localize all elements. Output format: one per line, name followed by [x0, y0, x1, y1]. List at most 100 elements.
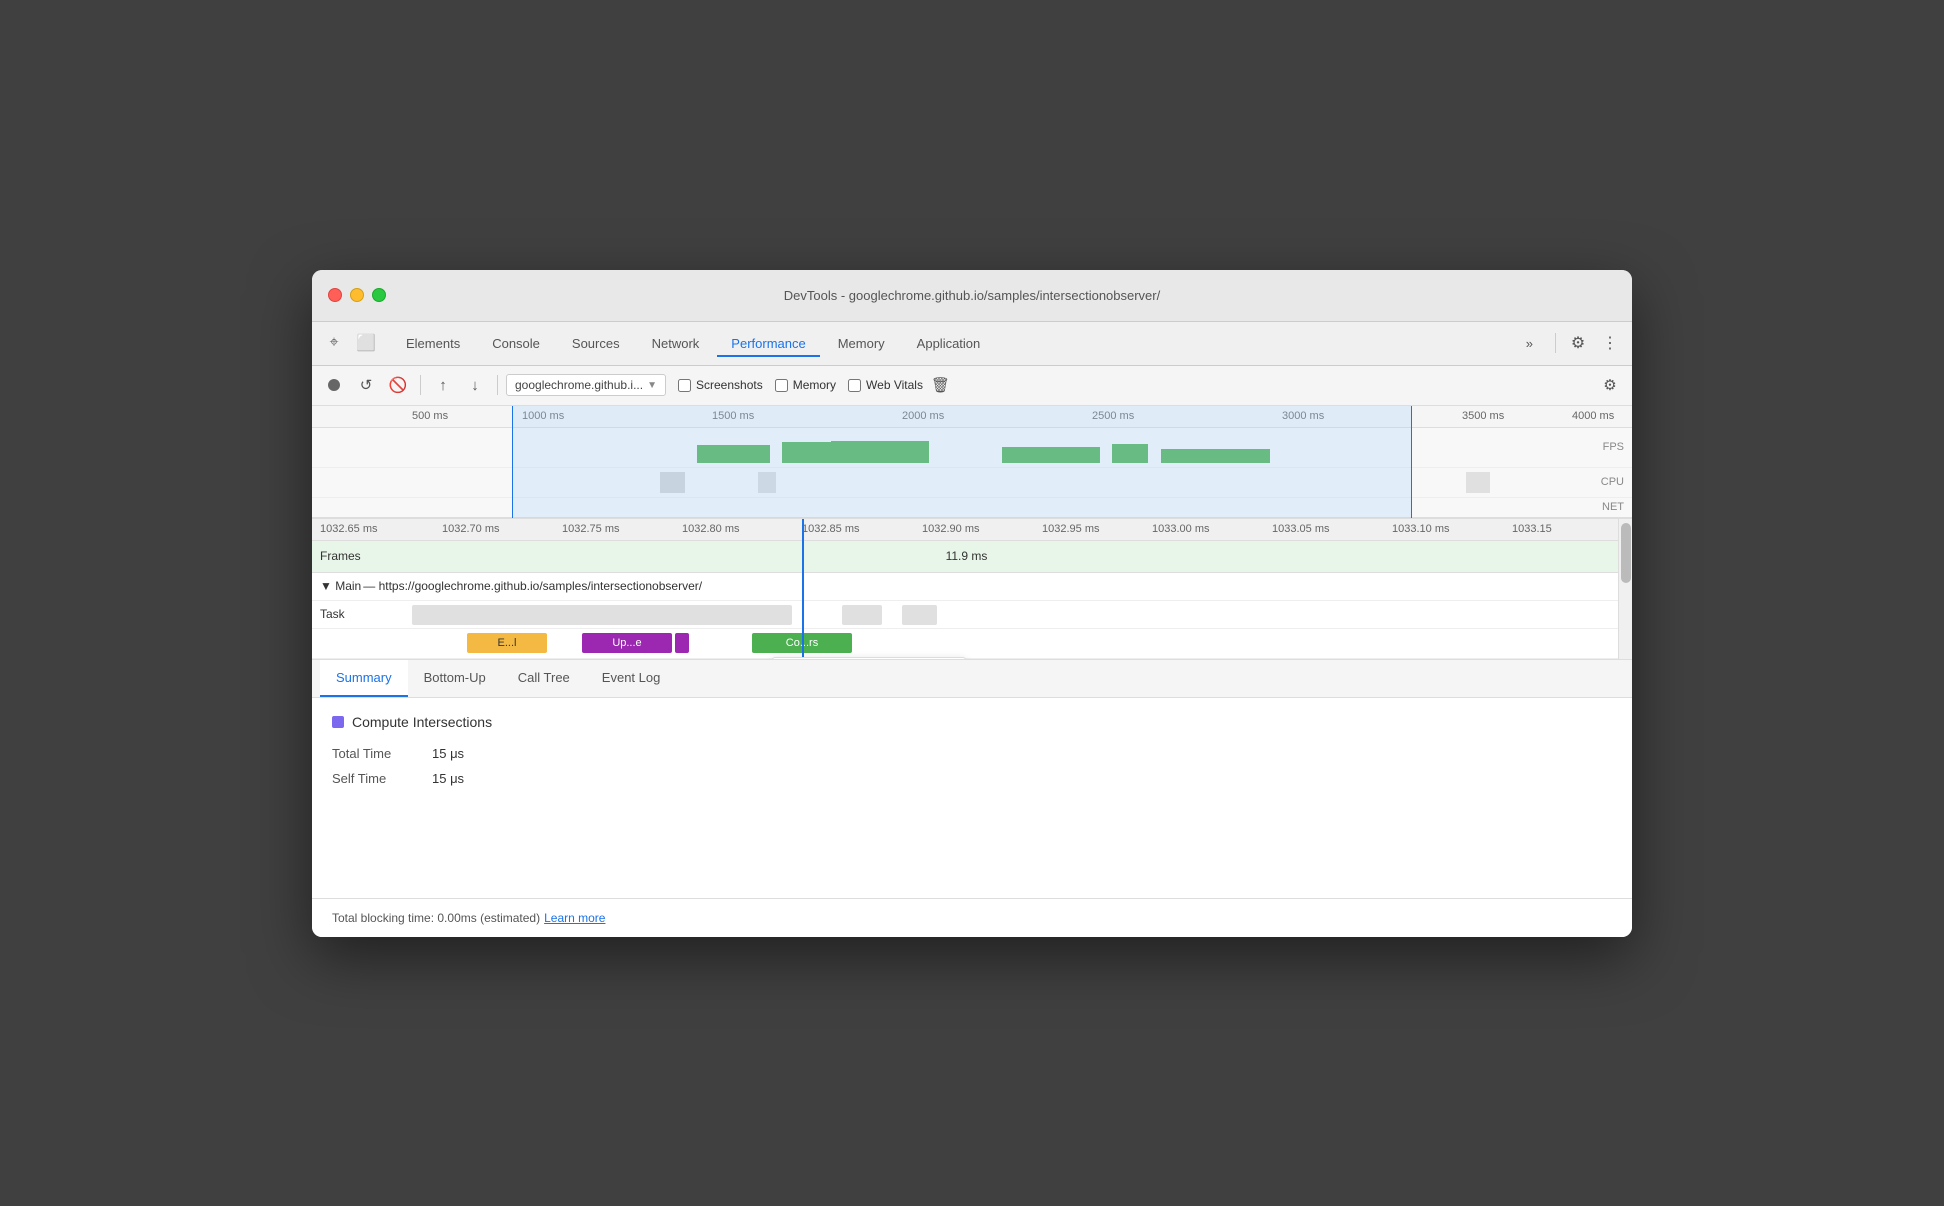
main-row: ▼ Main — https://googlechrome.github.io/… [312, 573, 1632, 601]
divider [1555, 333, 1556, 353]
url-selector[interactable]: googlechrome.github.i... ▼ [506, 374, 666, 396]
memory-label: Memory [793, 378, 836, 392]
traffic-lights [328, 288, 386, 302]
capture-settings-icon[interactable]: ⚙ [1596, 371, 1624, 399]
timeline-ruler: 500 ms 1000 ms 1500 ms 2000 ms 2500 ms 3… [312, 406, 1632, 428]
blocking-time-text: Total blocking time: 0.00ms (estimated) [332, 911, 540, 925]
bottom-tabs: Summary Bottom-Up Call Tree Event Log [312, 660, 1632, 698]
tab-bar: ⌖ ⬜ Elements Console Sources Network Per… [312, 322, 1632, 366]
task-label: Task [320, 607, 345, 621]
detail-ruler: 1032.65 ms 1032.70 ms 1032.75 ms 1032.80… [312, 519, 1632, 541]
bottom-footer: Total blocking time: 0.00ms (estimated) … [312, 898, 1632, 937]
device-toolbar-icon[interactable]: ⬜ [352, 329, 380, 357]
summary-title: Compute Intersections [332, 714, 1612, 730]
tab-elements[interactable]: Elements [392, 330, 474, 357]
detail-tick: 1032.65 ms [320, 523, 377, 535]
devtools-icons: ⌖ ⬜ [320, 329, 380, 357]
task-bar-3 [902, 605, 937, 625]
overview-timeline: 500 ms 1000 ms 1500 ms 2000 ms 2500 ms 3… [312, 406, 1632, 519]
scrollbar[interactable] [1618, 519, 1632, 659]
event-bar-small[interactable] [675, 633, 689, 653]
event-row: E...l Up...e Co...rs 15 μs Compute Inter… [312, 629, 1632, 659]
tab-sources[interactable]: Sources [558, 330, 634, 357]
fps-label: FPS [1603, 441, 1624, 453]
record-button[interactable] [320, 371, 348, 399]
detail-tick: 1033.15 [1512, 523, 1552, 535]
fps-bars-container [392, 432, 1612, 463]
screenshots-checkbox[interactable] [678, 379, 691, 392]
tick-1500ms: 1500 ms [712, 410, 754, 422]
task-row: Task [312, 601, 1632, 629]
tab-network[interactable]: Network [638, 330, 714, 357]
detail-tick: 1032.95 ms [1042, 523, 1099, 535]
tab-summary[interactable]: Summary [320, 660, 408, 697]
tab-application[interactable]: Application [903, 330, 995, 357]
tab-event-log[interactable]: Event Log [586, 660, 677, 697]
tab-bottom-up[interactable]: Bottom-Up [408, 660, 502, 697]
web-vitals-label: Web Vitals [866, 378, 923, 392]
timeline-cursor [802, 519, 804, 659]
tick-2500ms: 2500 ms [1092, 410, 1134, 422]
minimize-button[interactable] [350, 288, 364, 302]
task-bar-main [412, 605, 792, 625]
upload-button[interactable]: ↑ [429, 371, 457, 399]
bottom-panel: Summary Bottom-Up Call Tree Event Log Co… [312, 660, 1632, 937]
total-time-value: 15 μs [432, 746, 464, 761]
fps-bar [1161, 449, 1271, 463]
web-vitals-checkbox[interactable] [848, 379, 861, 392]
memory-checkbox[interactable] [775, 379, 788, 392]
delete-recording-icon[interactable]: 🗑 [931, 376, 950, 394]
download-button[interactable]: ↓ [461, 371, 489, 399]
cpu-label: CPU [1601, 476, 1624, 488]
fps-bar [782, 442, 831, 462]
tick-500ms: 500 ms [412, 410, 448, 422]
detail-tick: 1033.10 ms [1392, 523, 1449, 535]
screenshots-checkbox-group[interactable]: Screenshots [678, 378, 763, 392]
inspect-icon[interactable]: ⌖ [320, 329, 348, 357]
detail-tick: 1032.70 ms [442, 523, 499, 535]
tab-performance[interactable]: Performance [717, 330, 819, 357]
maximize-button[interactable] [372, 288, 386, 302]
detail-tick: 1032.90 ms [922, 523, 979, 535]
event-bar-up[interactable]: Up...e [582, 633, 672, 653]
close-button[interactable] [328, 288, 342, 302]
frames-duration: 11.9 ms [946, 549, 988, 563]
event-label-el: E...l [498, 637, 517, 649]
settings-icon[interactable]: ⚙ [1564, 329, 1592, 357]
more-options-icon[interactable]: ⋮ [1596, 329, 1624, 357]
web-vitals-checkbox-group[interactable]: Web Vitals [848, 378, 923, 392]
detail-tick: 1032.80 ms [682, 523, 739, 535]
main-label: ▼ Main [320, 579, 361, 593]
detail-tick: 1033.00 ms [1152, 523, 1209, 535]
tick-2000ms: 2000 ms [902, 410, 944, 422]
frames-label: Frames [320, 549, 361, 563]
window-title: DevTools - googlechrome.github.io/sample… [784, 288, 1160, 303]
memory-checkbox-group[interactable]: Memory [775, 378, 836, 392]
tab-memory[interactable]: Memory [824, 330, 899, 357]
tab-console[interactable]: Console [478, 330, 554, 357]
event-bar-el[interactable]: E...l [467, 633, 547, 653]
dropdown-arrow-icon: ▼ [647, 380, 657, 391]
title-bar: DevTools - googlechrome.github.io/sample… [312, 270, 1632, 322]
scrollbar-thumb[interactable] [1621, 523, 1631, 583]
total-time-row: Total Time 15 μs [332, 746, 1612, 761]
learn-more-link[interactable]: Learn more [544, 911, 605, 925]
clear-button[interactable]: 🚫 [384, 371, 412, 399]
event-tooltip: 15 μs Compute Intersections [772, 657, 966, 660]
task-bar-2 [842, 605, 882, 625]
fps-bar [831, 441, 929, 463]
detail-timeline: 1032.65 ms 1032.70 ms 1032.75 ms 1032.80… [312, 519, 1632, 660]
cpu-activity [1466, 472, 1490, 493]
cpu-activity [660, 472, 684, 493]
cpu-activity [758, 472, 776, 493]
fps-bar [1112, 444, 1149, 463]
tick-3500ms: 3500 ms [1462, 410, 1504, 422]
divider2 [497, 375, 498, 395]
detail-tick: 1032.85 ms [802, 523, 859, 535]
screenshots-label: Screenshots [696, 378, 763, 392]
net-label: NET [1602, 501, 1624, 513]
tab-call-tree[interactable]: Call Tree [502, 660, 586, 697]
reload-button[interactable]: ↺ [352, 371, 380, 399]
summary-content: Compute Intersections Total Time 15 μs S… [312, 698, 1632, 898]
tab-overflow[interactable]: » [1512, 330, 1547, 357]
